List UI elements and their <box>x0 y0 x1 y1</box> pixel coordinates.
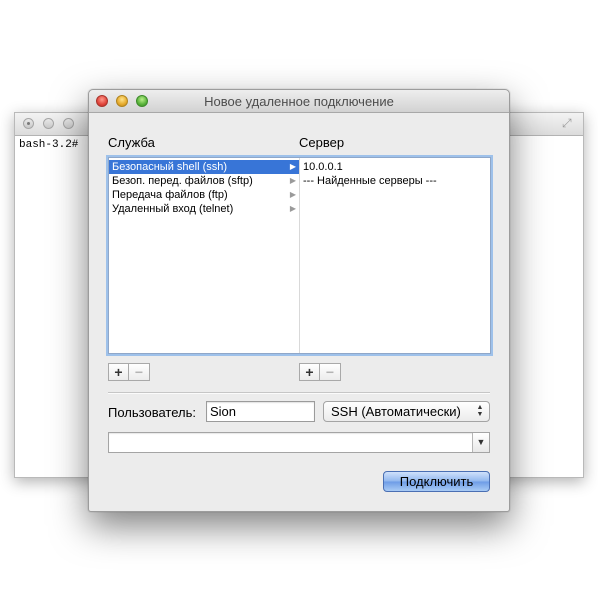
screen: ⤢ bash-3.2# Новое удаленное подключение … <box>0 0 598 600</box>
dialog-title: Новое удаленное подключение <box>204 94 394 109</box>
terminal-close-icon[interactable] <box>23 118 34 129</box>
terminal-minimize-icon[interactable] <box>43 118 54 129</box>
service-item-label: Передача файлов (ftp) <box>112 189 228 201</box>
updown-arrows-icon: ▲ ▼ <box>476 404 484 418</box>
add-server-button[interactable]: + <box>299 363 320 381</box>
remove-server-button[interactable]: − <box>320 363 341 381</box>
server-list-section-header: --- Найденные серверы --- <box>303 175 437 187</box>
service-item-ssh[interactable]: Безопасный shell (ssh) ▶ <box>109 160 299 174</box>
disclosure-arrow-icon: ▶ <box>289 162 296 171</box>
disclosure-arrow-icon: ▶ <box>289 176 296 185</box>
remove-service-button[interactable]: − <box>129 363 150 381</box>
connect-button[interactable]: Подключить <box>383 471 490 492</box>
column-divider <box>299 158 300 353</box>
user-label: Пользователь: <box>108 405 196 420</box>
service-column-header: Служба <box>108 135 155 150</box>
service-item-telnet[interactable]: Удаленный вход (telnet) ▶ <box>109 202 299 216</box>
terminal-prompt: bash-3.2# <box>19 139 79 151</box>
service-item-label: Безоп. перед. файлов (sftp) <box>112 175 253 187</box>
protocol-select-value: SSH (Автоматически) <box>331 404 461 419</box>
new-remote-connection-dialog: Новое удаленное подключение Служба Серве… <box>88 89 510 512</box>
protocol-select[interactable]: SSH (Автоматически) ▲ ▼ <box>323 401 490 422</box>
service-item-sftp[interactable]: Безоп. перед. файлов (sftp) ▶ <box>109 174 299 188</box>
server-add-remove-group: + − <box>299 363 341 381</box>
service-server-browser[interactable]: Безопасный shell (ssh) ▶ Безоп. перед. ф… <box>108 157 491 354</box>
server-column-header: Сервер <box>299 135 345 150</box>
disclosure-arrow-icon: ▶ <box>289 204 296 213</box>
user-field[interactable]: Sion <box>206 401 315 422</box>
chevron-down-icon[interactable]: ▼ <box>472 433 489 452</box>
server-item[interactable]: 10.0.0.1 <box>303 160 343 174</box>
separator <box>108 392 490 394</box>
disclosure-arrow-icon: ▶ <box>289 190 296 199</box>
fullscreen-icon[interactable]: ⤢ <box>562 117 575 130</box>
add-service-button[interactable]: + <box>108 363 129 381</box>
service-item-label: Удаленный вход (telnet) <box>112 203 234 215</box>
command-combobox[interactable]: ▼ <box>108 432 490 453</box>
service-item-ftp[interactable]: Передача файлов (ftp) ▶ <box>109 188 299 202</box>
service-add-remove-group: + − <box>108 363 150 381</box>
terminal-zoom-icon[interactable] <box>63 118 74 129</box>
dialog-titlebar[interactable]: Новое удаленное подключение <box>89 90 509 113</box>
service-item-label: Безопасный shell (ssh) <box>112 161 228 173</box>
